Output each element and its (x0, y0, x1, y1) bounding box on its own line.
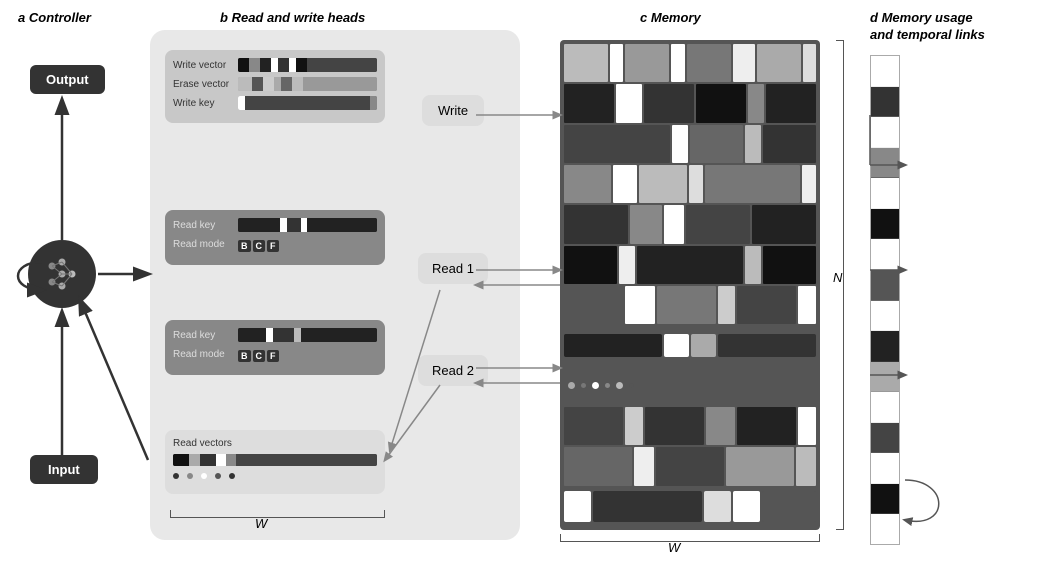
read-head-2-section: Read key Read mode B C F (165, 320, 385, 375)
usage-cell-5 (871, 178, 899, 209)
usage-cell-2 (871, 87, 899, 118)
mem-row-10 (564, 407, 816, 445)
read-mode-2-label: Read mode (173, 349, 238, 360)
usage-cell-6 (871, 209, 899, 240)
mem-row-2 (564, 84, 816, 122)
section-c-label: c Memory (640, 10, 701, 25)
usage-cell-16 (871, 514, 899, 544)
usage-cell-8 (871, 270, 899, 301)
read-vectors-section: Read vectors (165, 430, 385, 494)
usage-cell-11 (871, 362, 899, 393)
read-vectors-label-row: Read vectors (173, 438, 377, 449)
w-bracket-b (170, 510, 385, 518)
usage-cell-7 (871, 239, 899, 270)
mode-badge-c2: C (253, 350, 266, 362)
usage-cell-4 (871, 148, 899, 179)
mode-badge-c1: C (253, 240, 266, 252)
read-vectors-label: Read vectors (173, 438, 232, 449)
erase-vector-strip (238, 77, 377, 91)
mode-badge-f1: F (267, 240, 279, 252)
w-label-memory: W (668, 540, 680, 555)
erase-vector-row: Erase vector (173, 77, 377, 91)
read-vector-strip-1 (173, 454, 377, 466)
mem-row-4 (564, 165, 816, 203)
usage-cell-12 (871, 392, 899, 423)
mem-row-6 (564, 246, 816, 284)
read-key-1-label: Read key (173, 220, 238, 231)
mode-badge-b1: B (238, 240, 251, 252)
section-d-label: d Memory usageand temporal links (870, 10, 1030, 44)
write-vector-row: Write vector (173, 58, 377, 72)
write-key-strip (238, 96, 377, 110)
mode-badge-f2: F (267, 350, 279, 362)
read-key-2-row: Read key (173, 328, 377, 342)
usage-cell-14 (871, 453, 899, 484)
section-a-label: a Controller (18, 10, 91, 25)
input-box: Input (30, 455, 98, 484)
neural-icon (28, 240, 96, 308)
read-key-1-strip (238, 218, 377, 232)
memory-panel (560, 40, 820, 530)
usage-cell-15 (871, 484, 899, 515)
write-vector-strip (238, 58, 377, 72)
mem-row-7 (564, 286, 816, 324)
w-bracket-memory (560, 534, 820, 542)
write-head-section: Write vector Erase vector (165, 50, 385, 123)
usage-cell-1 (871, 56, 899, 87)
read-key-2-label: Read key (173, 330, 238, 341)
erase-vector-label: Erase vector (173, 79, 238, 90)
usage-cell-10 (871, 331, 899, 362)
mode-badge-b2: B (238, 350, 251, 362)
usage-panel (870, 55, 900, 545)
write-button: Write (422, 95, 484, 126)
w-label-b: W (255, 516, 267, 531)
read-mode-1-label: Read mode (173, 239, 238, 250)
read-vector-strip-1-row (173, 454, 377, 466)
read-vector-dots-row (173, 471, 377, 481)
neural-network-svg (42, 254, 82, 294)
usage-cell-9 (871, 301, 899, 332)
read-mode-1-row: Read mode B C F (173, 237, 377, 252)
read-head-1-section: Read key Read mode B C F (165, 210, 385, 265)
mem-row-5 (564, 205, 816, 243)
write-vector-label: Write vector (173, 60, 238, 71)
output-box: Output (30, 65, 105, 94)
write-key-label: Write key (173, 98, 238, 109)
mem-row-11 (564, 447, 816, 485)
usage-cell-3 (871, 117, 899, 148)
mem-row-8 (564, 326, 816, 364)
diagram-container: a Controller b Read and write heads c Me… (0, 0, 1044, 575)
read2-button: Read 2 (418, 355, 488, 386)
read-mode-2-row: Read mode B C F (173, 347, 377, 362)
memory-grid (560, 40, 820, 530)
mem-row-9 (564, 367, 816, 405)
read1-button: Read 1 (418, 253, 488, 284)
write-key-row: Write key (173, 96, 377, 110)
usage-cell-13 (871, 423, 899, 454)
read-key-1-row: Read key (173, 218, 377, 232)
mem-row-1 (564, 44, 816, 82)
read-mode-2-badges: B C F (238, 350, 279, 362)
read-vector-dots (173, 471, 235, 481)
mem-row-12 (564, 488, 816, 526)
mem-row-3 (564, 125, 816, 163)
read-key-2-strip (238, 328, 377, 342)
read-mode-1-badges: B C F (238, 240, 279, 252)
section-b-label: b Read and write heads (220, 10, 365, 25)
n-bracket (836, 40, 844, 530)
usage-cells (871, 56, 899, 544)
